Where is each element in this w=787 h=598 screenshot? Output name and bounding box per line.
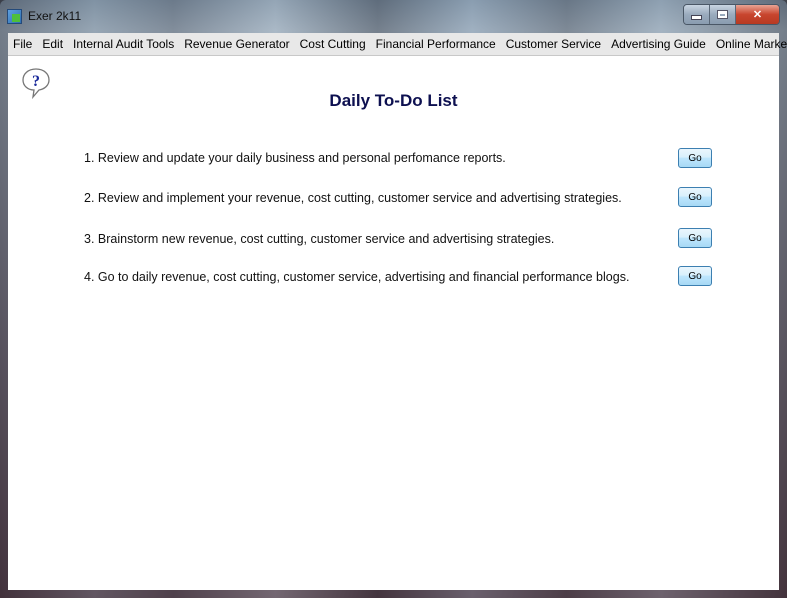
todo-item-1: 1. Review and update your daily business… — [84, 151, 506, 165]
menu-bar: File Edit Internal Audit Tools Revenue G… — [8, 33, 787, 56]
minimize-icon — [691, 15, 702, 20]
go-button-3[interactable]: Go — [678, 228, 712, 248]
menu-financial-performance[interactable]: Financial Performance — [371, 37, 501, 51]
go-button-4[interactable]: Go — [678, 266, 712, 286]
todo-item-3: 3. Brainstorm new revenue, cost cutting,… — [84, 232, 555, 246]
menu-internal-audit-tools[interactable]: Internal Audit Tools — [68, 37, 179, 51]
menu-file[interactable]: File — [8, 37, 37, 51]
app-icon — [7, 9, 22, 24]
window-controls: ✕ — [683, 4, 780, 25]
todo-item-2: 2. Review and implement your revenue, co… — [84, 191, 622, 205]
menu-customer-service[interactable]: Customer Service — [501, 37, 606, 51]
go-button-1[interactable]: Go — [678, 148, 712, 168]
client-area: ? Daily To-Do List 1. Review and update … — [8, 56, 779, 590]
go-button-2[interactable]: Go — [678, 187, 712, 207]
maximize-button[interactable] — [710, 5, 736, 24]
todo-item-4: 4. Go to daily revenue, cost cutting, cu… — [84, 270, 630, 284]
close-button[interactable]: ✕ — [736, 5, 779, 24]
page-title: Daily To-Do List — [329, 91, 458, 110]
maximize-icon — [717, 10, 728, 19]
window-title: Exer 2k11 — [28, 9, 82, 23]
menu-online-marketing[interactable]: Online Marketing — [711, 37, 787, 51]
minimize-button[interactable] — [684, 5, 710, 24]
menu-cost-cutting[interactable]: Cost Cutting — [295, 37, 371, 51]
menu-revenue-generator[interactable]: Revenue Generator — [179, 37, 294, 51]
menu-advertising-guide[interactable]: Advertising Guide — [606, 37, 711, 51]
title-bar[interactable]: Exer 2k11 ✕ — [0, 0, 787, 32]
close-icon: ✕ — [752, 9, 763, 21]
menu-edit[interactable]: Edit — [37, 37, 68, 51]
window-frame: Exer 2k11 ✕ File Edit Internal Audit Too… — [0, 0, 787, 598]
svg-text:?: ? — [32, 73, 40, 90]
